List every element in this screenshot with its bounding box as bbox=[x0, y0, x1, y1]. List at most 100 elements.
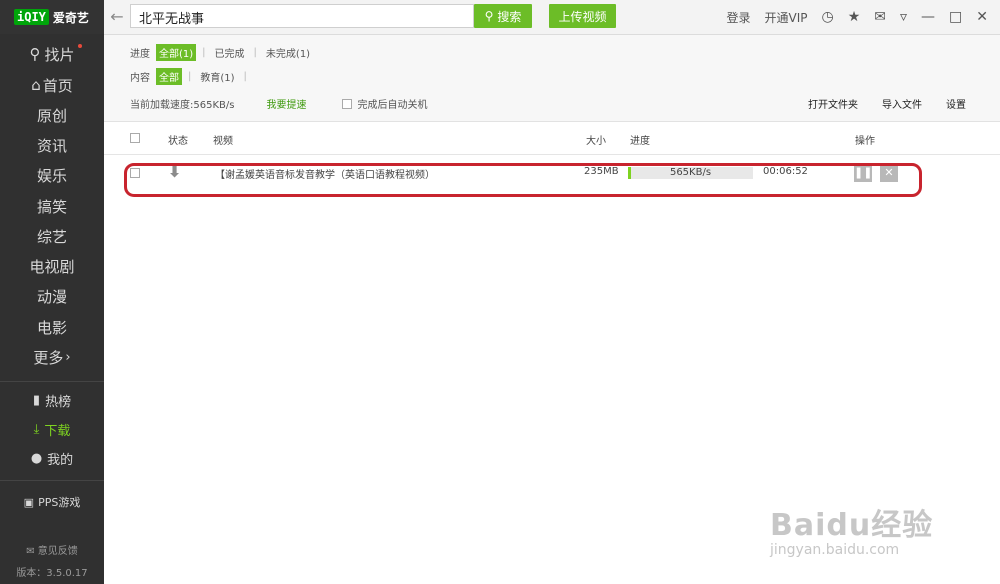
top-right-controls: 登录 开通VIP ◷ ★ ✉ ▿ — □ ✕ bbox=[726, 0, 988, 34]
search-button-label: 搜索 bbox=[497, 9, 522, 24]
speed-row: 当前加载速度:565KB/s 我要提速 完成后自动关机 bbox=[130, 96, 427, 111]
sidebar-item-label: 首页 bbox=[42, 76, 73, 95]
login-link[interactable]: 登录 bbox=[726, 9, 750, 26]
video-title[interactable]: 【谢孟媛英语音标发音教学（英语口语教程视频） bbox=[215, 166, 575, 181]
filter-separator: | bbox=[202, 46, 206, 58]
progress-filter-row: 进度 全部(1) | 已完成 | 未完成(1) bbox=[130, 43, 313, 61]
search-button[interactable]: ⚲ 搜索 bbox=[474, 4, 532, 28]
header-progress: 进度 bbox=[630, 136, 650, 147]
sidebar-item-find[interactable]: ⚲ 找片 bbox=[0, 40, 104, 68]
header-size: 大小 bbox=[586, 136, 606, 147]
filter-separator: | bbox=[253, 46, 257, 58]
chat-icon: ✉ bbox=[26, 546, 35, 557]
auto-shutdown-checkbox[interactable] bbox=[342, 98, 353, 109]
download-icon: ⤓ bbox=[33, 421, 40, 437]
sidebar-item-variety[interactable]: 综艺 bbox=[0, 222, 104, 250]
sidebar-item-label: 热榜 bbox=[45, 394, 72, 410]
sidebar-item-funny[interactable]: 搞笑 bbox=[0, 192, 104, 220]
home-icon: ⌂ bbox=[31, 76, 41, 94]
downloading-arrow-icon: ⬇ bbox=[167, 161, 183, 182]
sidebar-item-original[interactable]: 原创 bbox=[0, 101, 104, 129]
sidebar-item-label: 更多 bbox=[33, 348, 64, 367]
baidu-watermark: Baidu经验 jingyan.baidu.com bbox=[770, 500, 933, 558]
sidebar-item-movie[interactable]: 电影 bbox=[0, 313, 104, 341]
feedback-link[interactable]: ✉ 意见反馈 bbox=[0, 542, 104, 557]
filter-separator: | bbox=[188, 70, 192, 82]
progress-bar: 565KB/s bbox=[628, 167, 753, 179]
header-status: 状态 bbox=[168, 136, 188, 147]
chevron-right-icon: › bbox=[65, 349, 71, 365]
sidebar-item-label: PPS游戏 bbox=[38, 496, 81, 509]
new-dot-badge bbox=[78, 44, 82, 48]
select-all-checkbox[interactable] bbox=[130, 133, 140, 143]
download-speed: 565KB/s bbox=[669, 167, 712, 178]
game-controller-icon: ▣ bbox=[23, 495, 35, 509]
sidebar-divider bbox=[0, 381, 104, 382]
user-icon: ● bbox=[30, 450, 43, 466]
sidebar-item-tv[interactable]: 电视剧 bbox=[0, 252, 104, 280]
favorite-star-icon[interactable]: ★ bbox=[848, 9, 861, 25]
message-bubble-icon[interactable]: ✉ bbox=[874, 9, 886, 25]
auto-shutdown-label: 完成后自动关机 bbox=[357, 100, 428, 111]
sidebar: ⚲ 找片 ⌂ 首页 原创 资讯 娱乐 搞笑 综艺 电视剧 动漫 电影 更多 › … bbox=[0, 34, 104, 584]
remaining-time: 00:06:52 bbox=[763, 166, 808, 177]
delete-x-icon[interactable]: ✕ bbox=[880, 164, 898, 182]
progress-filter-label: 进度 bbox=[130, 48, 150, 60]
back-arrow-icon[interactable]: ← bbox=[108, 8, 126, 26]
file-size: 235MB bbox=[584, 166, 619, 177]
table-row[interactable]: ⬇ 【谢孟媛英语音标发音教学（英语口语教程视频） 235MB 565KB/s 0… bbox=[104, 158, 1000, 188]
filter-content-education[interactable]: 教育(1) bbox=[197, 68, 237, 85]
accelerate-link[interactable]: 我要提速 bbox=[266, 96, 306, 111]
search-icon: ⚲ bbox=[29, 45, 41, 63]
filter-progress-incomplete[interactable]: 未完成(1) bbox=[263, 44, 313, 61]
sidebar-item-label: 我的 bbox=[47, 452, 74, 468]
top-bar: iQIY 爱奇艺 ← 北平无战事 ⚲ 搜索 上传视频 登录 开通VIP ◷ ★ … bbox=[0, 0, 1000, 35]
logo-text: 爱奇艺 bbox=[52, 10, 89, 25]
logo-mark: iQIY bbox=[14, 9, 49, 25]
import-file-button[interactable]: 导入文件 bbox=[882, 96, 922, 111]
content-filter-label: 内容 bbox=[130, 72, 150, 84]
filter-bar: 进度 全部(1) | 已完成 | 未完成(1) 内容 全部 | 教育(1) | … bbox=[104, 35, 1000, 122]
feedback-label: 意见反馈 bbox=[37, 546, 78, 557]
open-folder-button[interactable]: 打开文件夹 bbox=[808, 96, 858, 111]
header-video: 视频 bbox=[213, 136, 233, 147]
sidebar-divider bbox=[0, 480, 104, 481]
pause-icon[interactable]: ❚❚ bbox=[854, 164, 872, 182]
sidebar-item-download[interactable]: ⤓ 下载 bbox=[0, 415, 104, 443]
close-icon[interactable]: ✕ bbox=[976, 9, 988, 25]
version-text: 版本：3.5.0.17 bbox=[16, 568, 88, 579]
minimize-icon[interactable]: — bbox=[921, 9, 935, 25]
filter-progress-all[interactable]: 全部(1) bbox=[156, 43, 197, 61]
iqiyi-logo[interactable]: iQIY 爱奇艺 bbox=[0, 0, 104, 34]
sidebar-item-anime[interactable]: 动漫 bbox=[0, 282, 104, 310]
auto-shutdown-option[interactable]: 完成后自动关机 bbox=[342, 96, 427, 111]
content-filter-row: 内容 全部 | 教育(1) | bbox=[130, 67, 247, 85]
vip-link[interactable]: 开通VIP bbox=[764, 9, 807, 26]
filter-content-all[interactable]: 全部 bbox=[156, 67, 182, 85]
download-table-header: 状态 视频 大小 进度 操作 bbox=[104, 122, 1000, 155]
sidebar-item-entertainment[interactable]: 娱乐 bbox=[0, 161, 104, 189]
maximize-icon[interactable]: □ bbox=[949, 9, 962, 25]
watermark-logo: Baidu经验 bbox=[770, 508, 934, 543]
search-input[interactable]: 北平无战事 bbox=[130, 4, 474, 28]
header-operations: 操作 bbox=[855, 136, 875, 147]
watermark-url: jingyan.baidu.com bbox=[770, 542, 900, 558]
menu-dropdown-icon[interactable]: ▿ bbox=[900, 9, 907, 25]
filter-separator: | bbox=[243, 70, 247, 82]
sidebar-item-news[interactable]: 资讯 bbox=[0, 131, 104, 159]
bar-chart-icon: ▮ bbox=[32, 392, 41, 408]
sidebar-item-more[interactable]: 更多 › bbox=[0, 343, 104, 371]
sidebar-item-home[interactable]: ⌂ 首页 bbox=[0, 71, 104, 99]
filter-progress-completed[interactable]: 已完成 bbox=[212, 44, 248, 61]
row-checkbox[interactable] bbox=[130, 168, 140, 178]
sidebar-item-hot[interactable]: ▮ 热榜 bbox=[0, 386, 104, 414]
sidebar-item-pps-games[interactable]: ▣ PPS游戏 bbox=[0, 488, 104, 516]
settings-button[interactable]: 设置 bbox=[946, 96, 966, 111]
sidebar-item-label: 下载 bbox=[44, 423, 71, 439]
upload-video-button[interactable]: 上传视频 bbox=[549, 4, 616, 28]
sidebar-item-label: 找片 bbox=[44, 45, 75, 64]
history-clock-icon[interactable]: ◷ bbox=[821, 9, 833, 25]
current-speed-text: 当前加载速度:565KB/s bbox=[130, 100, 235, 111]
search-icon: ⚲ bbox=[484, 9, 494, 23]
sidebar-item-mine[interactable]: ● 我的 bbox=[0, 444, 104, 472]
